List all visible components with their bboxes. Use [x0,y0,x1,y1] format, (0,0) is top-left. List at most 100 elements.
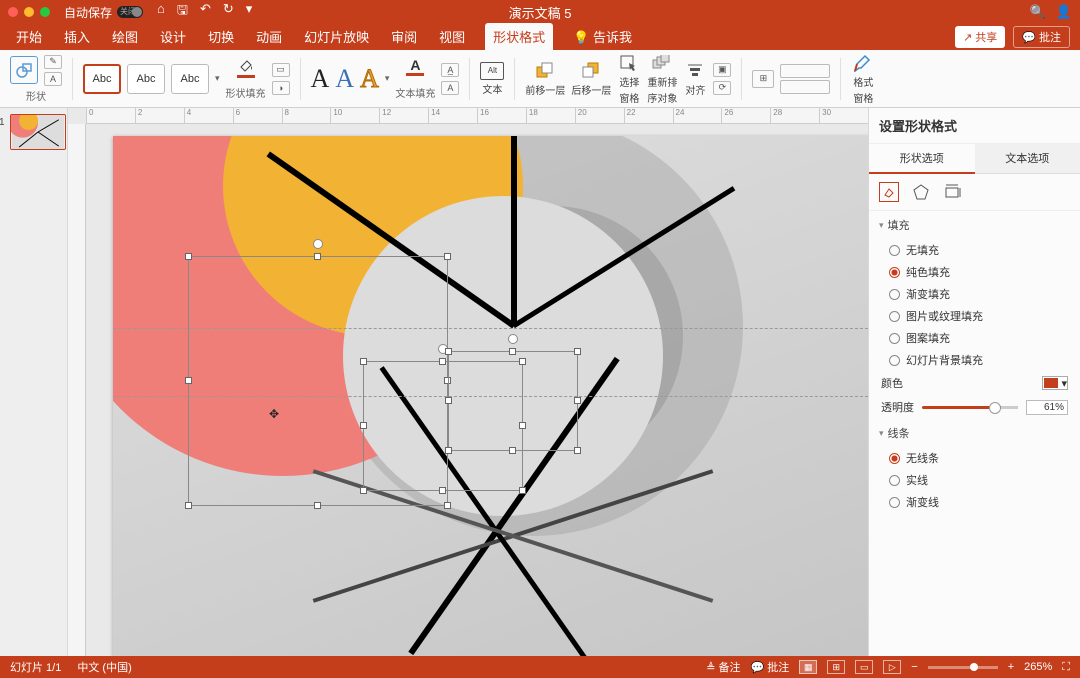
width-input[interactable] [780,80,830,94]
section-fill-header[interactable]: 填充 [869,211,1080,239]
transparency-slider[interactable] [922,406,1018,409]
slideshow-view-button[interactable]: ▷ [883,660,901,674]
rotate-button[interactable]: ⟳ [713,81,731,95]
tab-shape-format[interactable]: 形状格式 [485,23,553,50]
toggle-switch-off[interactable] [117,6,143,18]
resize-handle[interactable] [574,348,581,355]
rotate-handle[interactable] [508,334,518,344]
fill-option-none[interactable]: 无填充 [869,239,1080,261]
tell-me[interactable]: 💡 告诉我 [571,23,634,50]
tab-draw[interactable]: 绘图 [110,23,140,50]
fill-color-picker[interactable]: ▾ [1042,376,1068,390]
zoom-in-button[interactable]: + [1008,661,1014,673]
pane-tab-text-options[interactable]: 文本选项 [975,144,1080,174]
shape-styles-gallery[interactable]: Abc Abc Abc ▾ [83,64,220,94]
resize-handle[interactable] [185,253,192,260]
fill-option-picture[interactable]: 图片或纹理填充 [869,305,1080,327]
line-option-solid[interactable]: 实线 [869,469,1080,491]
resize-handle[interactable] [439,487,446,494]
shape-outline-button[interactable]: ▭ [272,63,290,77]
qat-more-icon[interactable]: ▾ [246,1,253,23]
fit-to-window-button[interactable]: ⛶ [1062,661,1070,674]
alt-text-button[interactable]: Alt 文本 [480,62,504,96]
transparency-value[interactable]: 61% [1026,400,1068,415]
slide-thumbnails[interactable]: 1 [0,108,68,656]
group-button[interactable]: ▣ [713,63,731,77]
pane-tab-shape-options[interactable]: 形状选项 [869,144,975,174]
notes-button[interactable]: ≜ 备注 [706,659,740,675]
home-icon[interactable]: ⌂ [157,1,165,23]
tab-design[interactable]: 设计 [158,23,188,50]
resize-handle[interactable] [445,348,452,355]
zoom-value[interactable]: 265% [1024,661,1052,673]
fill-option-solid[interactable]: 纯色填充 [869,261,1080,283]
shape-line[interactable] [511,136,517,326]
size-properties-icon[interactable] [943,182,963,202]
undo-icon[interactable]: ↶ [200,1,211,23]
text-fill-button[interactable]: A [402,57,428,83]
format-pane-button[interactable]: 格式 窗格 [851,53,875,105]
share-button[interactable]: ↗ 共享 [955,26,1005,48]
rotate-handle[interactable] [313,239,323,249]
section-line-header[interactable]: 线条 [869,419,1080,447]
normal-view-button[interactable]: ▦ [799,660,817,674]
edit-shape-button[interactable]: ✎ [44,55,62,69]
comments-status-button[interactable]: 💬 批注 [751,659,790,675]
resize-handle[interactable] [444,253,451,260]
comments-button[interactable]: 💬 批注 [1013,26,1070,48]
save-icon[interactable]: 🖫 [177,1,188,23]
slide[interactable]: ✥ [113,136,868,656]
zoom-out-button[interactable]: − [911,661,917,673]
selection-pane-button[interactable]: 选择 窗格 [617,53,641,105]
resize-handle[interactable] [574,447,581,454]
wordart-style[interactable]: A [360,66,379,92]
resize-handle[interactable] [314,502,321,509]
resize-handle[interactable] [519,487,526,494]
align-button[interactable]: 对齐 [683,61,707,97]
line-option-none[interactable]: 无线条 [869,447,1080,469]
bring-forward-button[interactable]: 前移一层 [525,61,565,97]
line-option-gradient[interactable]: 渐变线 [869,491,1080,513]
wordart-gallery[interactable]: A A A ▾ [311,66,390,92]
shape-effects-button[interactable]: ◑ [272,81,290,95]
wordart-style[interactable]: A [335,66,354,92]
resize-handle[interactable] [574,397,581,404]
resize-handle[interactable] [360,487,367,494]
reorder-objects-button[interactable]: 重新排 序对象 [647,53,677,105]
tab-home[interactable]: 开始 [14,23,44,50]
tab-review[interactable]: 审阅 [389,23,419,50]
size-crop-icon[interactable]: ⊞ [752,70,774,88]
minimize-window-button[interactable] [24,7,34,17]
tab-animations[interactable]: 动画 [254,23,284,50]
style-chip[interactable]: Abc [171,64,209,94]
maximize-window-button[interactable] [40,7,50,17]
tab-view[interactable]: 视图 [437,23,467,50]
resize-handle[interactable] [509,447,516,454]
resize-handle[interactable] [185,377,192,384]
fill-option-pattern[interactable]: 图案填充 [869,327,1080,349]
tab-insert[interactable]: 插入 [62,23,92,50]
resize-handle[interactable] [444,502,451,509]
text-effects-button[interactable]: A [441,81,459,95]
gallery-more-icon[interactable]: ▾ [215,73,220,84]
resize-handle[interactable] [360,358,367,365]
resize-handle[interactable] [445,447,452,454]
style-chip[interactable]: Abc [83,64,121,94]
resize-handle[interactable] [314,253,321,260]
insert-shape-button[interactable] [10,56,38,84]
resize-handle[interactable] [360,422,367,429]
reading-view-button[interactable]: ▭ [855,660,873,674]
gallery-more-icon[interactable]: ▾ [385,73,390,84]
zoom-slider[interactable] [928,666,998,669]
resize-handle[interactable] [445,397,452,404]
fill-option-slide-bg[interactable]: 幻灯片背景填充 [869,349,1080,371]
resize-handle[interactable] [439,358,446,365]
tab-transitions[interactable]: 切换 [206,23,236,50]
fill-line-icon[interactable] [879,182,899,202]
slide-thumbnail[interactable]: 1 [10,114,66,150]
slide-counter[interactable]: 幻灯片 1/1 [10,659,61,675]
tab-slideshow[interactable]: 幻灯片放映 [302,23,371,50]
redo-icon[interactable]: ↻ [223,1,234,23]
fill-option-gradient[interactable]: 渐变填充 [869,283,1080,305]
resize-handle[interactable] [509,348,516,355]
